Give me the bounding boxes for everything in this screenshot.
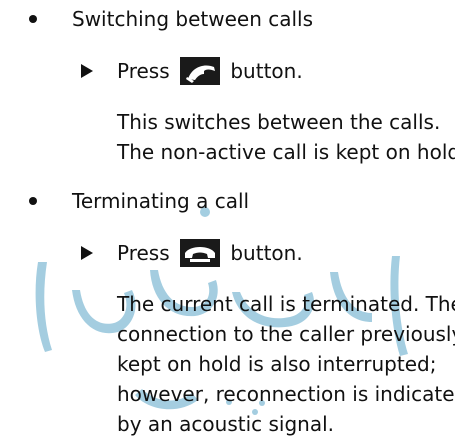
paragraph-line: The current call is terminated. The [117, 292, 455, 316]
step-arrow-icon [81, 246, 93, 260]
paragraph-line: This switches between the calls. [117, 110, 441, 134]
paragraph-line: connection to the caller previously [117, 322, 455, 346]
phone-hangup-icon [180, 238, 220, 267]
paragraph-line: kept on hold is also interrupted; [117, 352, 437, 376]
document-page: Switching between calls Press button. Th… [0, 0, 455, 436]
paragraph-line: however, reconnection is indicated [117, 382, 455, 406]
section-heading: Switching between calls [72, 7, 314, 31]
bullet-point [29, 197, 37, 205]
step-instruction: Press button. [117, 238, 303, 269]
paragraph-line: The non-active call is kept on hold. [117, 140, 455, 164]
step-press-text: Press [117, 59, 170, 83]
step-button-text: button. [230, 241, 303, 265]
step-button-text: button. [230, 59, 303, 83]
section-heading: Terminating a call [72, 189, 250, 213]
paragraph-line: by an acoustic signal. [117, 412, 335, 436]
step-press-text: Press [117, 241, 170, 265]
step-instruction: Press button. [117, 56, 303, 87]
step-arrow-icon [81, 64, 93, 78]
bullet-point [29, 15, 37, 23]
phone-accept-icon [180, 56, 220, 85]
